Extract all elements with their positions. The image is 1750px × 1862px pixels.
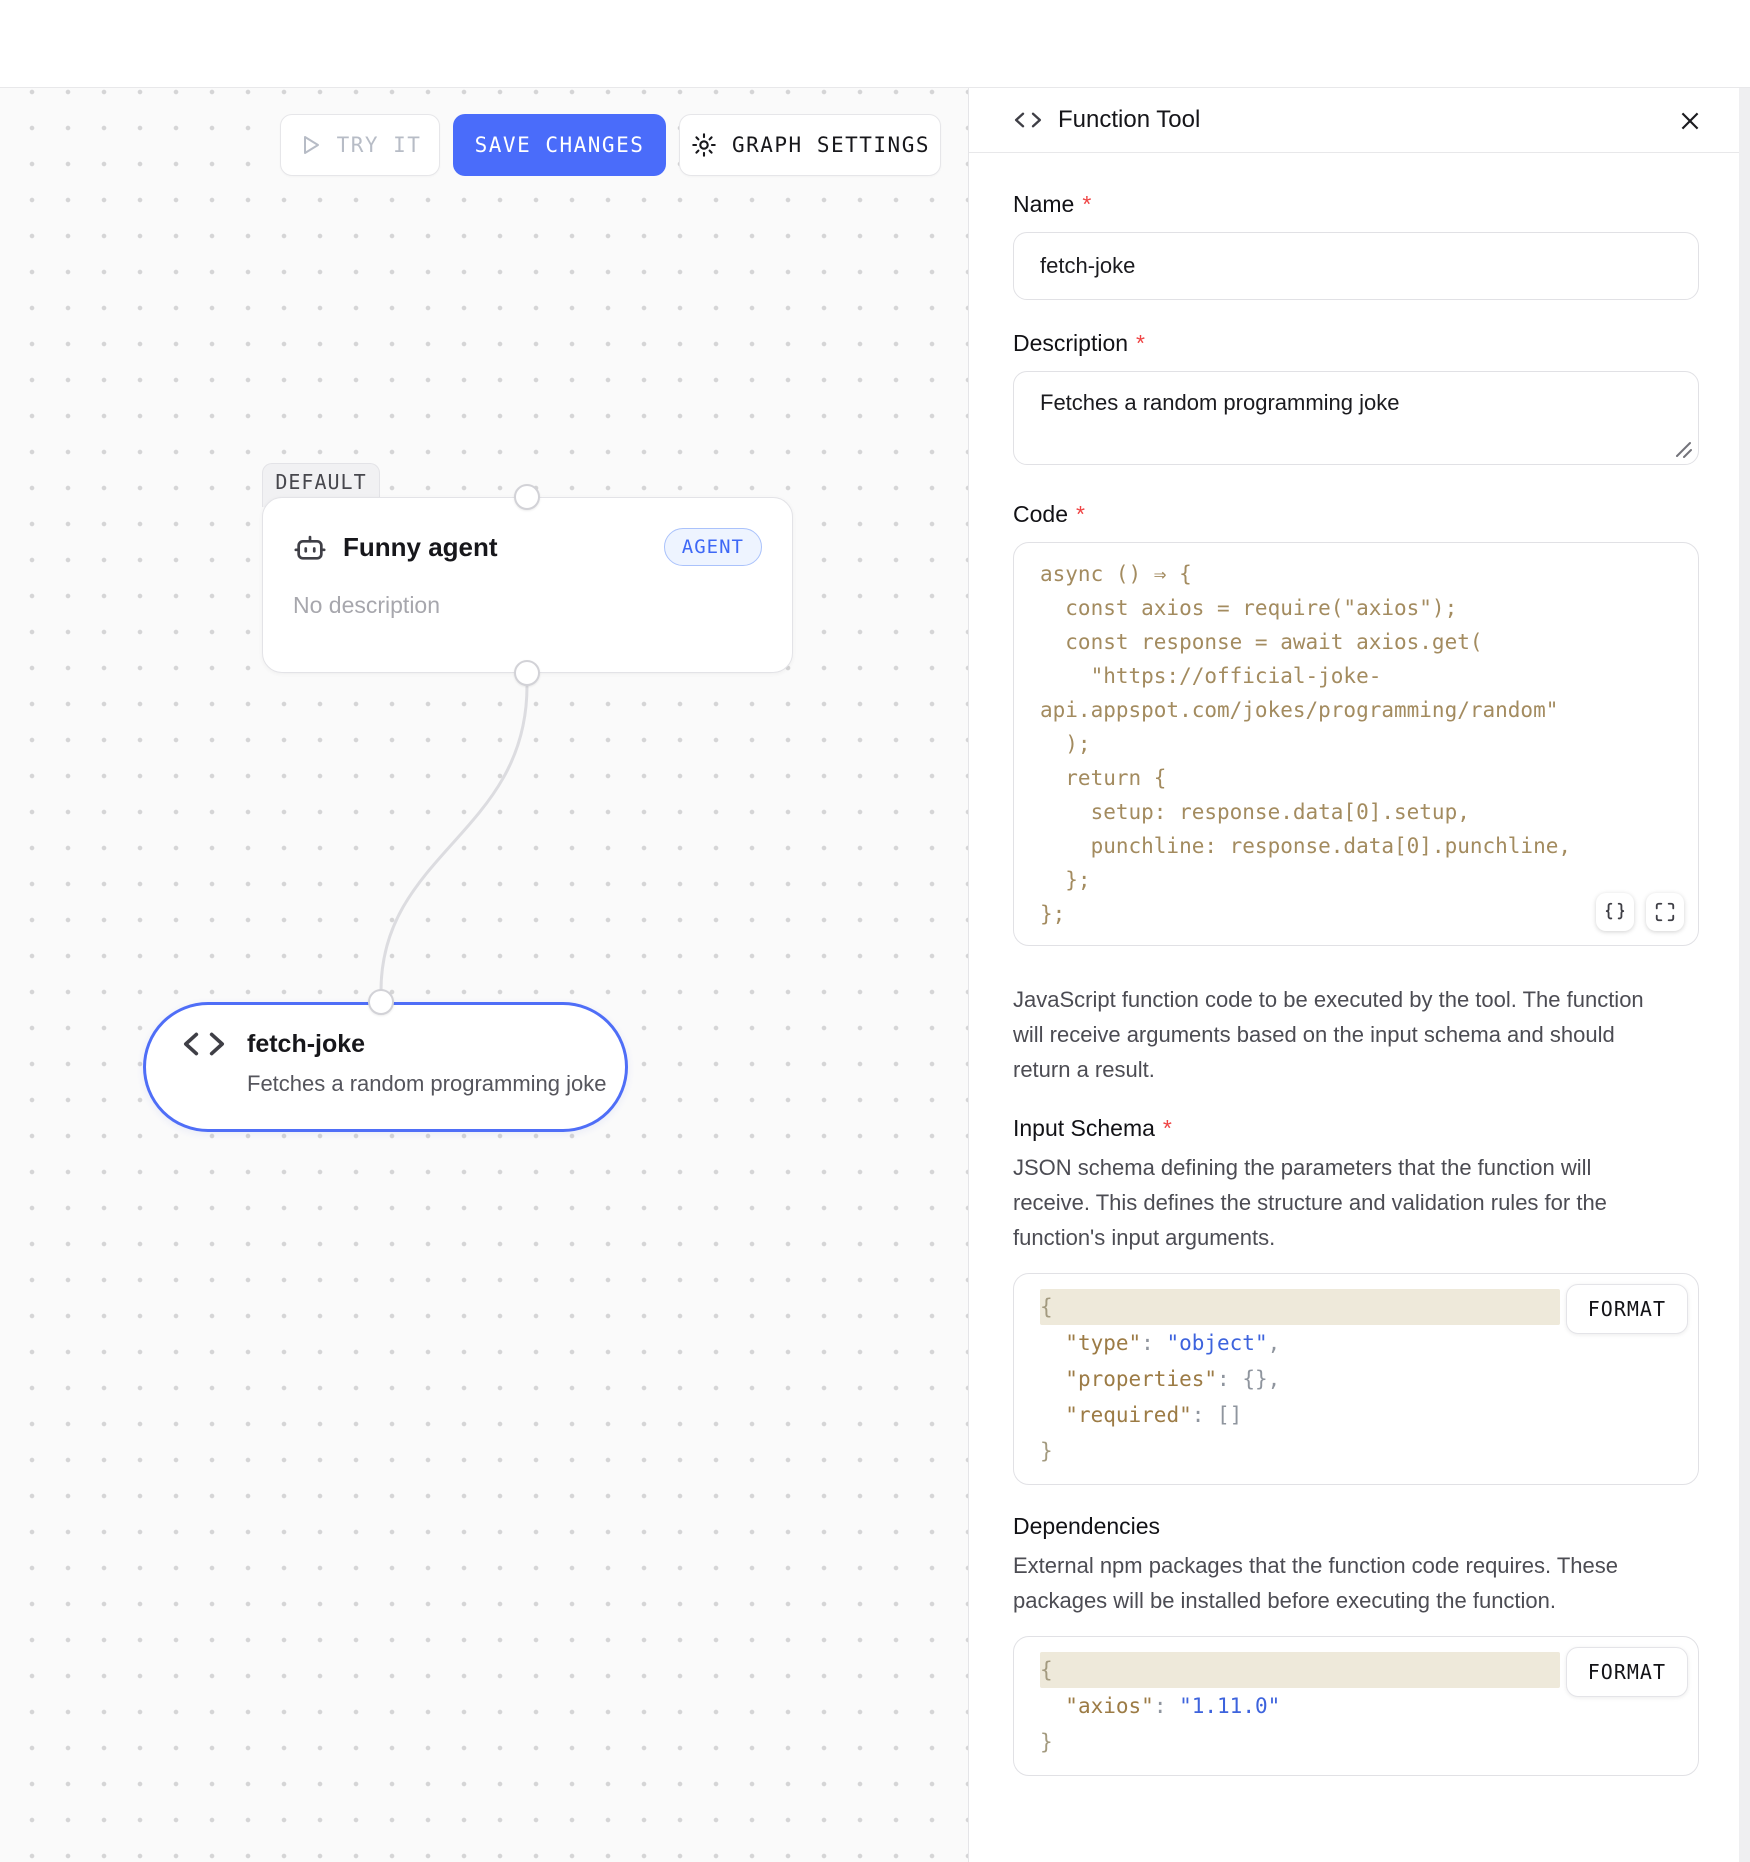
input-schema-description: JSON schema defining the parameters that…	[1013, 1150, 1699, 1255]
close-icon[interactable]	[1674, 105, 1706, 137]
agent-node-top-handle[interactable]	[514, 484, 540, 510]
agent-node-bottom-handle[interactable]	[514, 660, 540, 686]
name-label: Name*	[1013, 191, 1699, 218]
code-content[interactable]: async () ⇒ { const axios = require("axio…	[1040, 557, 1672, 931]
code-help-text: JavaScript function code to be executed …	[1013, 982, 1699, 1087]
code-icon	[1013, 109, 1043, 131]
required-asterisk: *	[1082, 191, 1091, 218]
graph-settings-label: GRAPH SETTINGS	[732, 133, 930, 157]
required-asterisk: *	[1163, 1115, 1172, 1142]
function-tool-panel: Function Tool Name* Description* Fetches…	[968, 88, 1750, 1862]
format-button[interactable]: FORMAT	[1566, 1647, 1688, 1697]
try-it-label: TRY IT	[337, 133, 422, 157]
format-button[interactable]: FORMAT	[1566, 1284, 1688, 1334]
gear-icon	[690, 131, 718, 159]
input-schema-label: Input Schema*	[1013, 1115, 1699, 1142]
dependencies-editor[interactable]: { "axios": "1.11.0"} FORMAT	[1013, 1636, 1699, 1776]
tool-node-top-handle[interactable]	[368, 989, 394, 1015]
dependencies-description: External npm packages that the function …	[1013, 1548, 1699, 1618]
agent-type-badge: AGENT	[664, 528, 762, 566]
graph-settings-button[interactable]: GRAPH SETTINGS	[679, 114, 941, 176]
braces-icon-button[interactable]	[1596, 893, 1634, 931]
tool-node-fetch-joke[interactable]: fetch-joke Fetches a random programming …	[143, 1002, 628, 1132]
dependencies-label: Dependencies	[1013, 1513, 1699, 1540]
robot-icon	[293, 530, 327, 564]
code-label: Code*	[1013, 501, 1699, 528]
save-changes-label: SAVE CHANGES	[475, 133, 645, 157]
expand-icon-button[interactable]	[1646, 893, 1684, 931]
agent-node[interactable]: Funny agent AGENT No description	[262, 497, 793, 673]
try-it-button[interactable]: TRY IT	[280, 114, 440, 176]
name-input[interactable]	[1013, 232, 1699, 300]
canvas-toolbar: TRY IT SAVE CHANGES GRAPH SETTINGS	[280, 114, 941, 176]
input-schema-editor[interactable]: { "type": "object", "properties": {}, "r…	[1013, 1273, 1699, 1485]
save-changes-button[interactable]: SAVE CHANGES	[453, 114, 666, 176]
description-textarea[interactable]: Fetches a random programming joke	[1013, 371, 1699, 465]
required-asterisk: *	[1076, 501, 1085, 528]
panel-header: Function Tool	[969, 88, 1750, 153]
edge-connector	[0, 88, 968, 1862]
play-icon	[299, 133, 323, 157]
resize-grip-icon[interactable]	[1674, 440, 1692, 458]
panel-title: Function Tool	[1058, 106, 1200, 134]
code-icon	[181, 1029, 227, 1059]
top-bar	[0, 0, 1750, 88]
required-asterisk: *	[1136, 330, 1145, 357]
agent-node-title: Funny agent	[343, 532, 648, 563]
agent-node-description: No description	[293, 592, 762, 619]
description-label: Description*	[1013, 330, 1699, 357]
panel-body: Name* Description* Fetches a random prog…	[969, 191, 1750, 1776]
tool-node-description: Fetches a random programming joke	[247, 1071, 625, 1097]
tool-node-title: fetch-joke	[247, 1030, 365, 1059]
graph-canvas[interactable]: TRY IT SAVE CHANGES GRAPH SETTINGS DEFAU…	[0, 88, 968, 1862]
panel-scrollbar[interactable]	[1739, 88, 1750, 1862]
code-editor[interactable]: async () ⇒ { const axios = require("axio…	[1013, 542, 1699, 946]
